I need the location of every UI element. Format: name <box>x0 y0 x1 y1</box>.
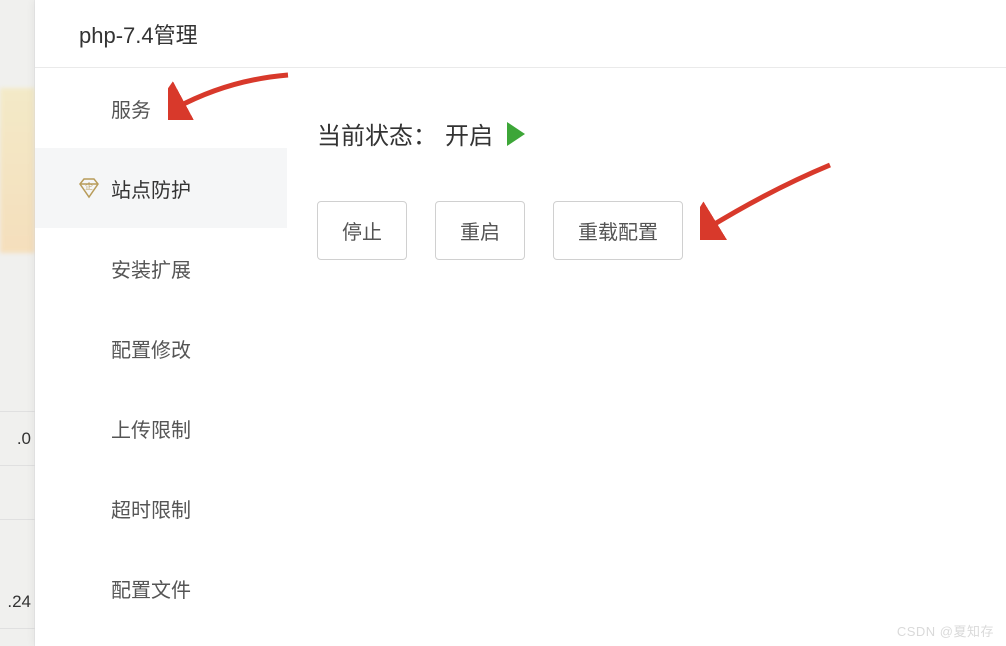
nav-label: 站点防护 <box>111 174 191 203</box>
nav-label: 安装扩展 <box>111 254 191 283</box>
modal-header: php-7.4管理 <box>35 0 1006 68</box>
sidebar-nav: 服务 企 站点防护 安装扩展 配置修改 上传限制 超时限制 <box>35 68 287 646</box>
restart-button[interactable]: 重启 <box>435 201 525 260</box>
bg-row-value-1: .0 <box>0 412 35 466</box>
nav-item-config-edit[interactable]: 配置修改 <box>35 308 287 388</box>
php-manager-modal: php-7.4管理 服务 企 站点防护 安装扩展 配置修改 上传限制 <box>35 0 1006 646</box>
svg-text:企: 企 <box>85 181 93 191</box>
nav-item-timeout-limit[interactable]: 超时限制 <box>35 468 287 548</box>
nav-item-upload-limit[interactable]: 上传限制 <box>35 388 287 468</box>
status-row: 当前状态： 开启 <box>317 116 1006 151</box>
status-value: 开启 <box>445 116 493 151</box>
status-label: 当前状态： <box>317 116 437 151</box>
content-panel: 当前状态： 开启 停止 重启 重载配置 <box>287 68 1006 646</box>
nav-item-config-file[interactable]: 配置文件 <box>35 548 287 628</box>
nav-label: 配置修改 <box>111 334 191 363</box>
stop-button[interactable]: 停止 <box>317 201 407 260</box>
nav-label: 超时限制 <box>111 494 191 523</box>
nav-label: 配置文件 <box>111 574 191 603</box>
nav-item-install-ext[interactable]: 安装扩展 <box>35 228 287 308</box>
watermark: CSDN @夏知存 <box>897 621 994 640</box>
modal-body: 服务 企 站点防护 安装扩展 配置修改 上传限制 超时限制 <box>35 68 1006 646</box>
nav-label: 上传限制 <box>111 414 191 443</box>
bg-row-value-2: .24 <box>0 575 35 629</box>
reload-config-button[interactable]: 重载配置 <box>553 201 683 260</box>
bg-row-3 <box>0 466 35 520</box>
modal-title: php-7.4管理 <box>79 18 198 50</box>
nav-item-site-protect[interactable]: 企 站点防护 <box>35 148 287 228</box>
diamond-icon: 企 <box>77 176 101 200</box>
nav-item-service[interactable]: 服务 <box>35 68 287 148</box>
play-icon <box>507 122 525 146</box>
background-blur <box>0 88 35 253</box>
bg-row-1 <box>0 358 35 412</box>
nav-label: 服务 <box>111 94 151 123</box>
background-sidebar: .0 .24 <box>0 0 35 646</box>
button-row: 停止 重启 重载配置 <box>317 201 1006 260</box>
